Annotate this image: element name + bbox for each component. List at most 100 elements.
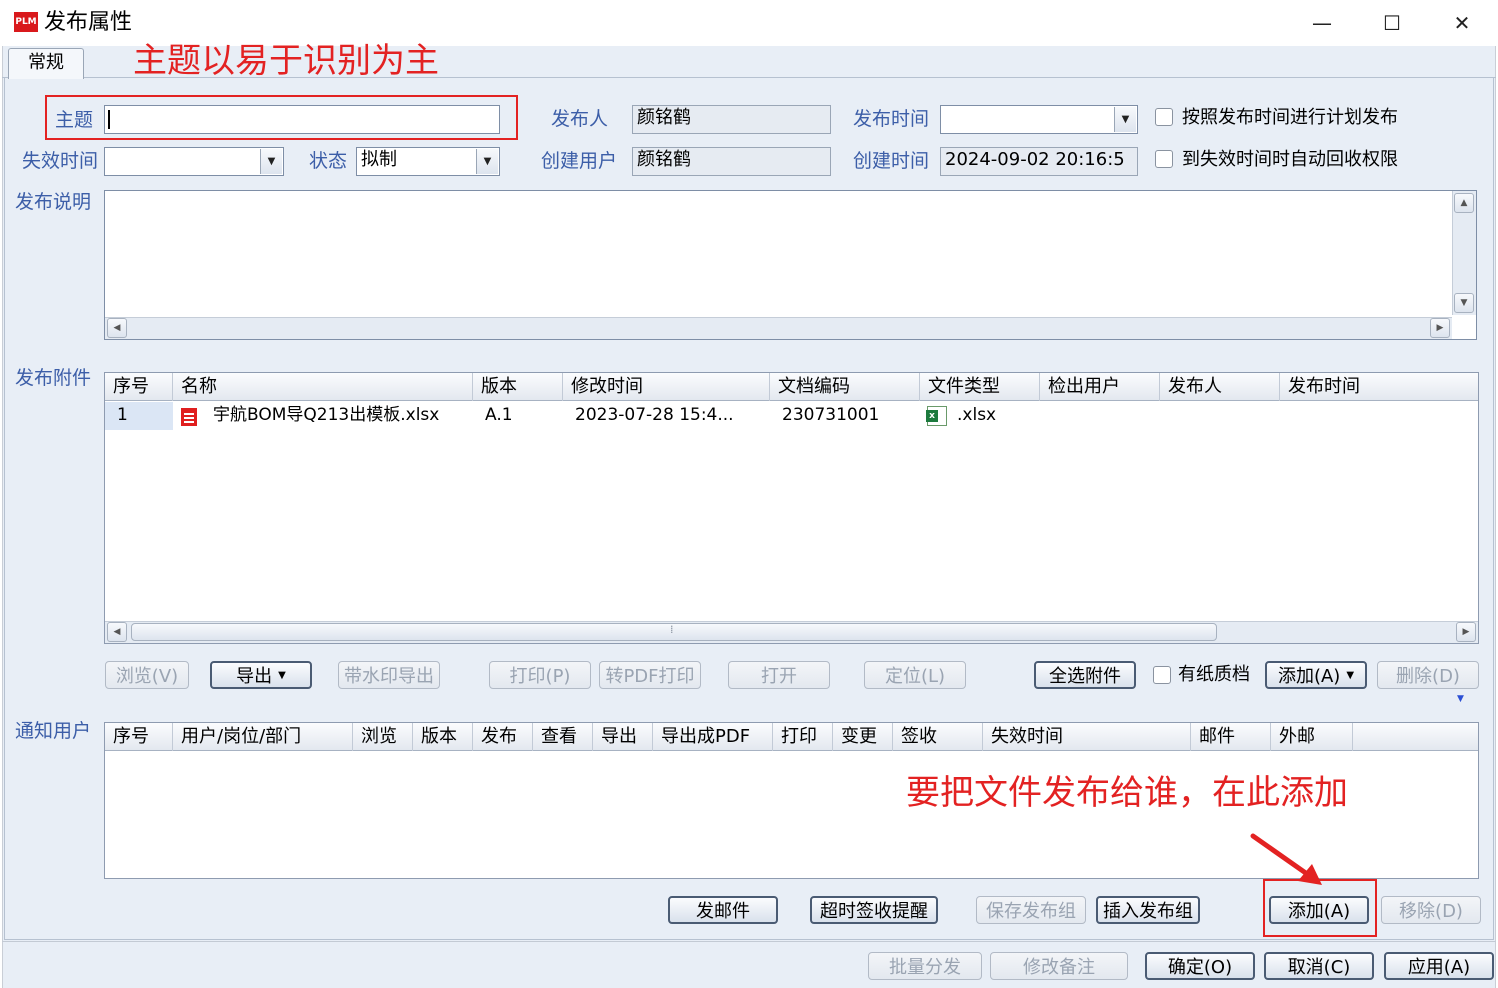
open-button[interactable]: 打开 (728, 661, 830, 689)
locate-button[interactable]: 定位(L) (864, 661, 966, 689)
scroll-down-icon[interactable]: ▼ (1454, 293, 1474, 313)
creator-field: 颜铭鹤 (632, 147, 831, 176)
chevron-down-icon[interactable]: ▼ (1114, 107, 1136, 132)
col-header[interactable]: 序号 (105, 373, 173, 401)
text-caret (108, 110, 110, 129)
footer-divider (2, 941, 1496, 942)
col-header[interactable]: 失效时间 (983, 723, 1191, 751)
attachments-table: 序号 名称 版本 修改时间 文档编码 文件类型 检出用户 发布人 发布时间 1 … (104, 372, 1479, 644)
col-header[interactable]: 发布时间 (1280, 373, 1478, 401)
publish-time-combo[interactable]: ▼ (940, 105, 1138, 134)
select-all-attachments-button[interactable]: 全选附件 (1034, 661, 1136, 689)
add-hint-annotation: 要把文件发布给谁，在此添加 (906, 773, 1348, 813)
scheduled-publish-label: 按照发布时间进行计划发布 (1182, 107, 1398, 128)
scroll-thumb[interactable]: ⁞ (131, 623, 1217, 641)
col-header[interactable]: 外邮 (1271, 723, 1353, 751)
chevron-down-icon[interactable]: ▼ (476, 149, 498, 174)
publish-time-label: 发布时间 (853, 108, 930, 130)
col-header[interactable]: 导出 (593, 723, 653, 751)
edit-note-button[interactable]: 修改备注 (990, 952, 1128, 980)
col-header[interactable]: 版本 (413, 723, 473, 751)
subject-hint-annotation: 主题以易于识别为主 (133, 41, 439, 81)
col-header[interactable]: 检出用户 (1040, 373, 1160, 401)
delete-attachment-button[interactable]: 删除(D) (1377, 661, 1479, 689)
col-header[interactable]: 变更 (833, 723, 893, 751)
pdf-file-icon (181, 408, 197, 426)
add-attachment-button[interactable]: 添加(A) ▼ (1265, 661, 1367, 689)
caret-down-icon: ▼ (1346, 669, 1355, 681)
add-attachment-label: 添加(A) (1277, 666, 1341, 687)
attachments-hscroll[interactable]: ◀ ⁞ ▶ (105, 621, 1478, 643)
scroll-right-icon[interactable]: ▶ (1430, 318, 1450, 338)
create-time-field: 2024-09-02 20:16:5 (940, 147, 1138, 176)
col-header[interactable]: 序号 (105, 723, 173, 751)
tab-general[interactable]: 常规 (8, 48, 84, 79)
caret-down-icon: ▼ (278, 669, 286, 681)
notify-users-label: 通知用户 (15, 720, 92, 742)
excel-file-icon: x (926, 406, 947, 426)
description-hscroll[interactable]: ◀ ▶ (105, 317, 1452, 339)
status-select[interactable]: 拟制 ▼ (356, 147, 500, 176)
file-version: A.1 (485, 405, 513, 425)
minimize-button[interactable]: — (1292, 4, 1352, 42)
file-type: .xlsx (957, 405, 997, 425)
add-user-button[interactable]: 添加(A) (1269, 896, 1369, 924)
scroll-up-icon[interactable]: ▲ (1454, 193, 1474, 213)
attachments-header: 序号 名称 版本 修改时间 文档编码 文件类型 检出用户 发布人 发布时间 (105, 373, 1478, 401)
col-header[interactable]: 文件类型 (920, 373, 1040, 401)
ok-button[interactable]: 确定(O) (1145, 952, 1255, 980)
insert-group-button[interactable]: 插入发布组 (1096, 896, 1200, 924)
notify-header: 序号 用户/岗位/部门 浏览 版本 发布 查看 导出 导出成PDF 打印 变更 … (105, 723, 1478, 751)
overdue-reminder-button[interactable]: 超时签收提醒 (810, 896, 938, 924)
expire-time-combo[interactable]: ▼ (104, 147, 284, 176)
col-header[interactable]: 文档编码 (770, 373, 920, 401)
export-dropdown-button[interactable]: 导出 ▼ (210, 661, 312, 689)
col-header[interactable]: 打印 (773, 723, 833, 751)
print-button[interactable]: 打印(P) (489, 661, 591, 689)
auto-revoke-checkbox[interactable] (1155, 150, 1173, 168)
expand-arrow-icon[interactable]: ▼ (1457, 694, 1464, 704)
scroll-left-icon[interactable]: ◀ (107, 622, 127, 642)
col-header[interactable]: 名称 (173, 373, 473, 401)
table-row[interactable]: 1 宇航BOM导Q213出模板.xlsx A.1 2023-07-28 15:4… (105, 402, 1478, 430)
col-header[interactable]: 版本 (473, 373, 563, 401)
description-vscroll[interactable]: ▲ ▼ (1452, 191, 1476, 315)
file-name: 宇航BOM导Q213出模板.xlsx (213, 405, 440, 425)
apply-button[interactable]: 应用(A) (1384, 952, 1494, 980)
col-header[interactable]: 用户/岗位/部门 (173, 723, 353, 751)
window-title: 发布属性 (44, 10, 133, 35)
create-time-label: 创建时间 (853, 150, 930, 172)
paper-archive-label: 有纸质档 (1178, 664, 1250, 685)
chevron-down-icon[interactable]: ▼ (260, 149, 282, 174)
col-header[interactable]: 浏览 (353, 723, 413, 751)
col-header[interactable]: 修改时间 (563, 373, 770, 401)
scheduled-publish-checkbox[interactable] (1155, 108, 1173, 126)
col-header[interactable]: 导出成PDF (653, 723, 773, 751)
scroll-right-icon[interactable]: ▶ (1456, 622, 1476, 642)
save-group-button[interactable]: 保存发布组 (976, 896, 1086, 924)
remove-user-button[interactable]: 移除(D) (1381, 896, 1481, 924)
send-mail-button[interactable]: 发邮件 (668, 896, 778, 924)
export-label: 导出 (236, 666, 273, 687)
col-header[interactable]: 查看 (533, 723, 593, 751)
publisher-label: 发布人 (551, 108, 609, 130)
close-button[interactable]: ✕ (1432, 4, 1492, 42)
col-header[interactable]: 邮件 (1191, 723, 1271, 751)
col-header[interactable]: 发布人 (1160, 373, 1280, 401)
col-header[interactable]: 发布 (473, 723, 533, 751)
col-header[interactable]: 签收 (893, 723, 983, 751)
export-watermark-button[interactable]: 带水印导出 (338, 661, 440, 689)
paper-archive-checkbox[interactable] (1153, 666, 1171, 684)
plm-logo-icon: PLM (14, 12, 38, 32)
scroll-left-icon[interactable]: ◀ (107, 318, 127, 338)
cancel-button[interactable]: 取消(C) (1264, 952, 1374, 980)
file-modified-time: 2023-07-28 15:4... (575, 405, 734, 425)
grip-icon: ⁞ (670, 623, 674, 636)
subject-input[interactable] (104, 105, 500, 134)
description-textarea[interactable]: ▲ ▼ ◀ ▶ (104, 190, 1477, 340)
attachments-label: 发布附件 (15, 367, 92, 389)
batch-distribute-button[interactable]: 批量分发 (868, 952, 982, 980)
pdf-print-button[interactable]: 转PDF打印 (599, 661, 701, 689)
maximize-button[interactable]: ☐ (1362, 4, 1422, 42)
browse-button[interactable]: 浏览(V) (105, 661, 189, 689)
